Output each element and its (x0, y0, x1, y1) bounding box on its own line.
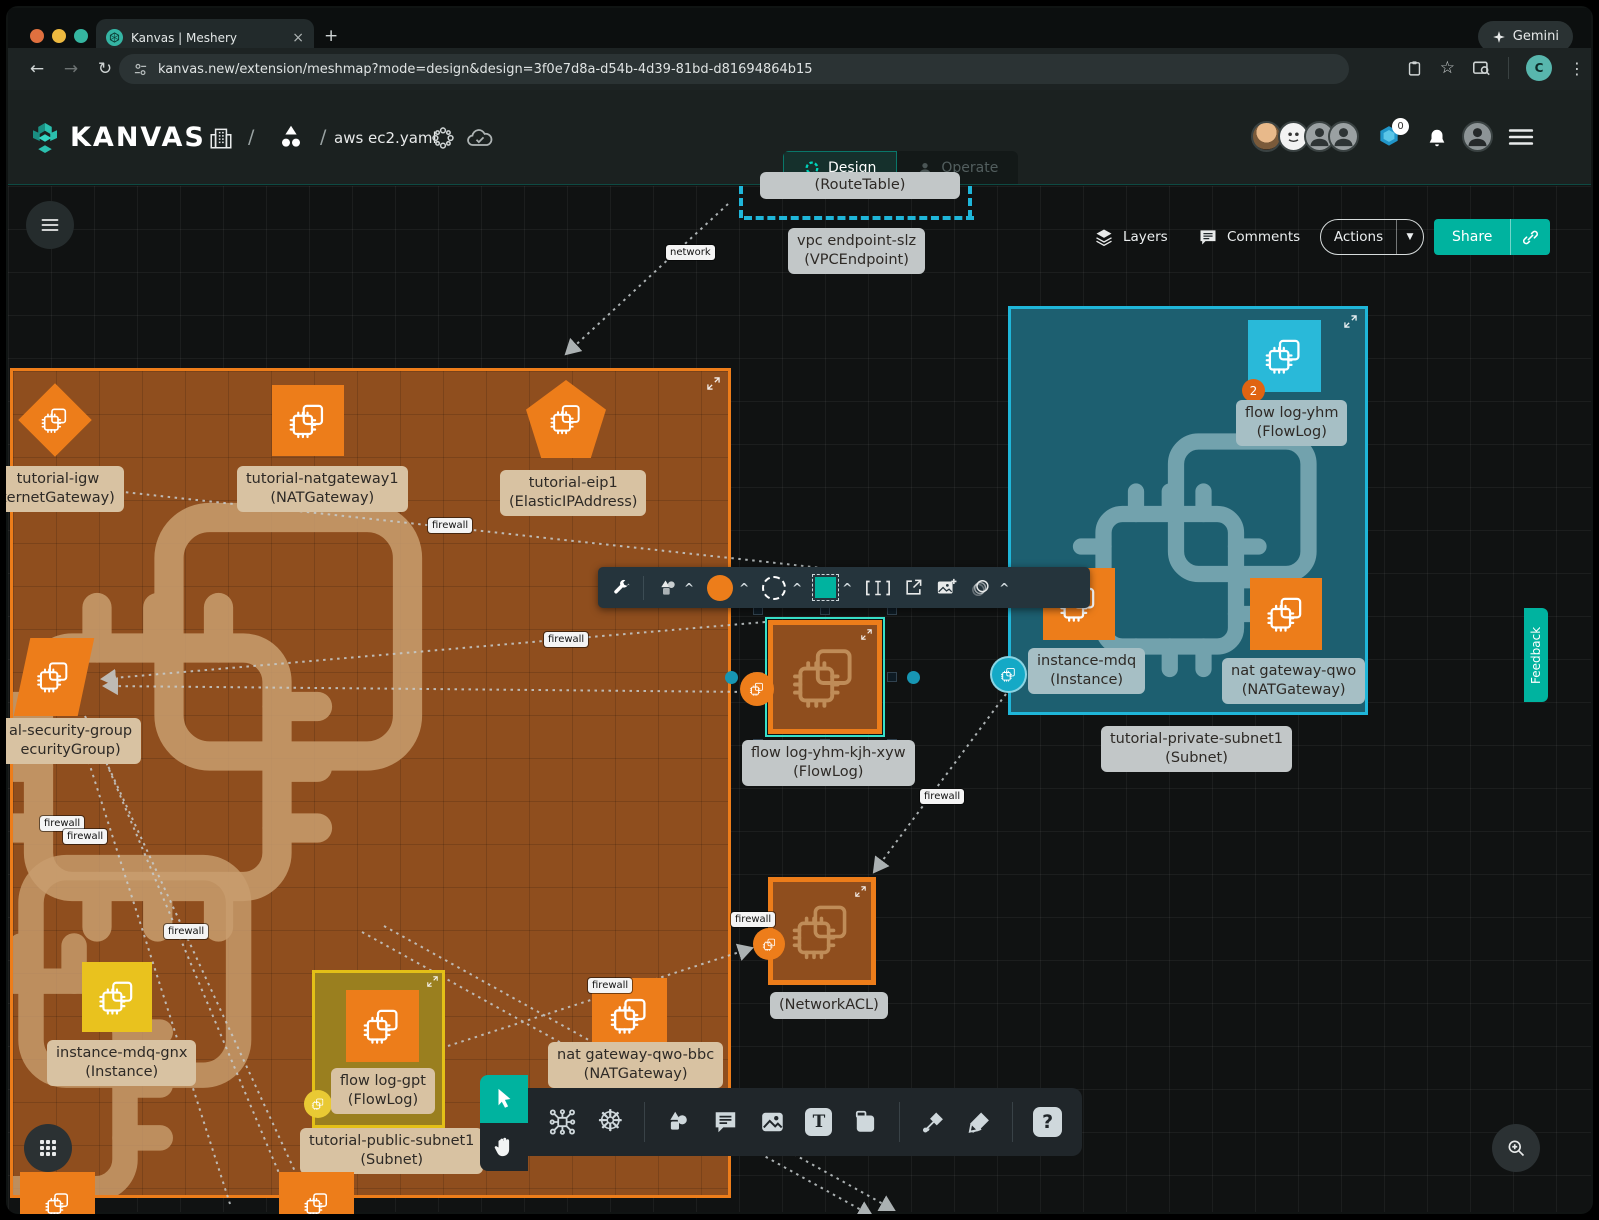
node-label-public-subnet: tutorial-public-subnet1(Subnet) (300, 1128, 483, 1174)
network-acl-badge[interactable] (753, 928, 785, 960)
routetable-selection-edge (739, 186, 749, 218)
add-image-icon[interactable] (936, 578, 957, 597)
divider (1012, 1102, 1013, 1142)
canvas-menu-button[interactable] (26, 201, 74, 249)
browser-window: Kanvas | Meshery × + Gemini ← → ↻ kanvas… (6, 6, 1593, 1214)
design-canvas[interactable]: (RouteTable) vpc endpoint-slz(VPCEndpoin… (8, 186, 1591, 1212)
node-label-flow-log-yhm: flow log-yhm(FlowLog) (1236, 400, 1347, 446)
collapse-icon[interactable] (861, 629, 872, 640)
subnet-port-badge[interactable] (990, 656, 1027, 693)
rename-field-icon[interactable] (865, 579, 891, 597)
pen-tool-icon[interactable] (920, 1109, 946, 1136)
share-link-icon[interactable] (1511, 229, 1550, 246)
node-label-flow-log-gpt: flow log-gpt(FlowLog) (331, 1068, 435, 1114)
collapse-icon[interactable] (427, 976, 438, 987)
comment-tool-icon[interactable] (712, 1109, 739, 1135)
selection-handle[interactable] (887, 672, 897, 682)
component-dock: ☸ T ? (528, 1088, 1082, 1156)
pencil-tool-icon[interactable] (966, 1109, 992, 1136)
node-partial-bottom[interactable] (279, 1172, 354, 1214)
share-button[interactable]: Share (1434, 219, 1550, 255)
edge-port-dot[interactable] (907, 671, 920, 684)
node-flow-log-gpt[interactable] (346, 990, 419, 1062)
collapse-icon[interactable] (855, 886, 866, 897)
edge-label-firewall: firewall (63, 829, 107, 844)
edge-label-firewall: firewall (544, 632, 588, 647)
node-label-eip1: tutorial-eip1(ElasticIPAddress) (500, 470, 646, 516)
border-style-tool[interactable]: ^ (762, 576, 802, 600)
feedback-tab[interactable]: Feedback (1524, 608, 1548, 702)
actions-caret-icon[interactable]: ▼ (1397, 232, 1423, 242)
actions-button[interactable]: Actions ▼ (1320, 219, 1424, 255)
zoom-button[interactable] (1492, 1124, 1540, 1172)
node-natgateway1[interactable] (272, 385, 344, 456)
node-context-toolbar: ^ ^ ^ ^ ^ (598, 567, 1090, 608)
node-label-instance-mdq: instance-mdq(Instance) (1028, 648, 1145, 694)
dashed-circle-icon[interactable] (762, 576, 786, 600)
fill-color-swatch[interactable] (707, 575, 733, 601)
kubernetes-icon[interactable]: ☸ (597, 1107, 624, 1137)
routetable-selection-edge (968, 186, 978, 218)
edge-port-dot[interactable] (725, 671, 738, 684)
layers-icon (1094, 227, 1114, 247)
help-tool-icon[interactable]: ? (1033, 1107, 1062, 1137)
divider (899, 1102, 900, 1142)
text-tool-icon[interactable]: T (805, 1108, 832, 1136)
flow-log-gpt-badge (304, 1090, 332, 1118)
node-network-acl[interactable] (768, 877, 876, 985)
node-label-private-subnet: tutorial-private-subnet1(Subnet) (1101, 726, 1292, 772)
node-instance-mdq-gnx[interactable] (82, 962, 152, 1032)
divider (644, 1102, 645, 1142)
edge-label-firewall: firewall (164, 924, 208, 939)
shapes-tool-icon[interactable] (665, 1109, 692, 1135)
selection-color-tool[interactable]: ^ (815, 577, 852, 598)
node-flow-log-selected[interactable] (768, 620, 882, 734)
node-label-network-acl: (NetworkACL) (770, 992, 888, 1019)
flow-log-yhm-count-badge: 2 (1242, 379, 1265, 402)
node-nat-gateway-qwo[interactable] (1250, 578, 1322, 650)
edge-label-firewall: firewall (588, 978, 632, 993)
fill-color-tool[interactable]: ^ (707, 575, 749, 601)
layers-button[interactable]: Layers (1094, 227, 1168, 247)
configure-wrench-icon[interactable] (612, 579, 630, 597)
edge-label-firewall: firewall (731, 912, 775, 927)
node-partial-bottom[interactable] (20, 1172, 95, 1214)
routetable-selection-edge (744, 216, 974, 222)
teal-square-icon[interactable] (815, 577, 836, 598)
image-tool-icon[interactable] (759, 1109, 786, 1135)
node-label-security-group: al-security-groupecurityGroup) (6, 718, 141, 764)
pan-tool[interactable] (480, 1123, 528, 1171)
node-label-vpc-endpoint: vpc endpoint-slz(VPCEndpoint) (788, 228, 925, 274)
apps-grid-button[interactable] (24, 1124, 72, 1172)
select-tool[interactable] (480, 1075, 528, 1123)
divider (1396, 220, 1397, 254)
sticky-note-tool-icon[interactable] (852, 1109, 879, 1135)
open-external-icon[interactable] (904, 578, 923, 597)
comments-button[interactable]: Comments (1198, 227, 1300, 247)
comments-icon (1198, 227, 1218, 247)
edge-label-network: network (666, 245, 715, 260)
node-flow-log-selected-ring (765, 617, 885, 737)
node-label-nat-gateway-qwo-bbc: nat gateway-qwo-bbc(NATGateway) (548, 1042, 723, 1088)
flow-log-selected-badge[interactable] (740, 672, 774, 706)
node-label-natgateway1: tutorial-natgateway1(NATGateway) (237, 466, 408, 512)
node-label-igw: tutorial-igwternetGateway) (6, 466, 124, 512)
node-label-instance-mdq-gnx: instance-mdq-gnx(Instance) (47, 1040, 196, 1086)
meshery-components-icon[interactable] (548, 1107, 577, 1137)
edge-label-firewall: firewall (428, 518, 472, 533)
group-tool[interactable]: ^ (970, 578, 1009, 598)
node-label-flow-log-selected: flow log-yhm-kjh-xyw(FlowLog) (742, 740, 915, 786)
divider (643, 576, 644, 600)
edge-label-firewall: firewall (920, 789, 964, 804)
shapes-tool[interactable]: ^ (657, 578, 694, 598)
node-label-nat-gateway-qwo: nat gateway-qwo(NATGateway) (1222, 658, 1365, 704)
node-label-routetable: (RouteTable) (760, 172, 960, 199)
